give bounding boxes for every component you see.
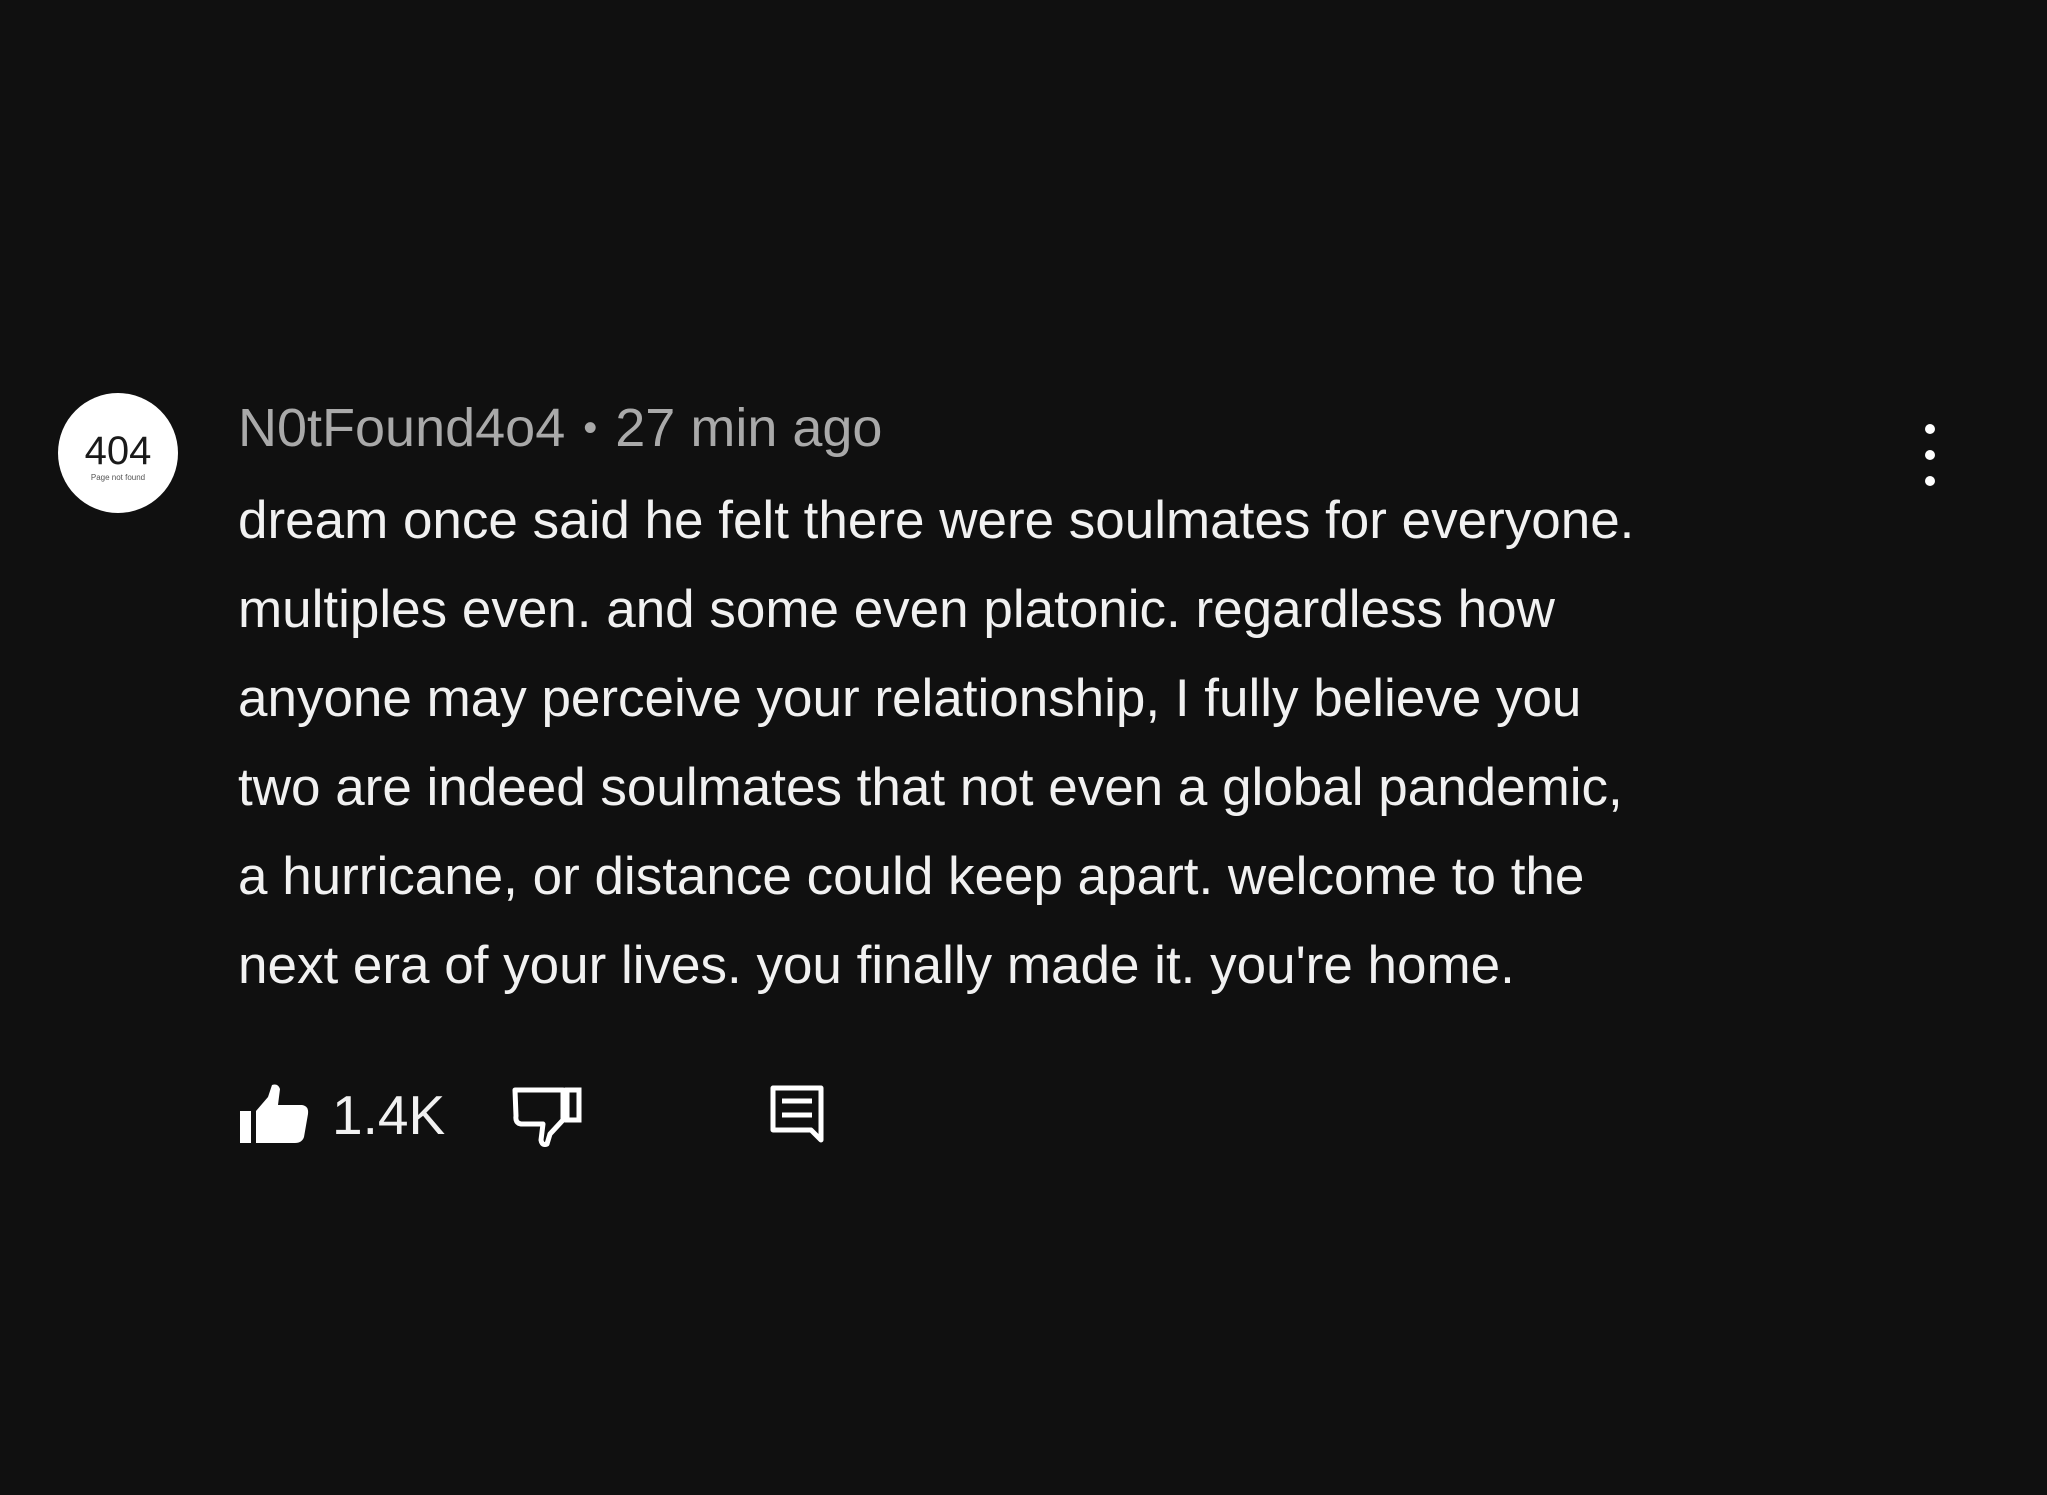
- page: 404 Page not found N0tFound4o4 • 27 min …: [0, 0, 2047, 1495]
- more-vertical-icon: [1925, 424, 1935, 434]
- avatar[interactable]: 404 Page not found: [58, 393, 178, 513]
- comment-line: anyone may perceive your relationship, I…: [238, 669, 1582, 728]
- more-dot: [1925, 450, 1935, 460]
- comment-header: N0tFound4o4 • 27 min ago: [238, 396, 882, 460]
- thumbs-up-icon: [240, 1084, 309, 1143]
- avatar-subtitle: Page not found: [90, 473, 146, 482]
- like-count: 1.4K: [332, 1084, 446, 1146]
- like-button[interactable]: [238, 1083, 310, 1147]
- header-separator: •: [583, 405, 598, 450]
- comment-actions: 1.4K: [238, 1080, 825, 1150]
- comment-line: dream once said he felt there were soulm…: [238, 491, 1635, 550]
- comment-line: next era of your lives. you finally made…: [238, 936, 1515, 995]
- avatar-code: 404: [84, 429, 152, 473]
- comment-timestamp[interactable]: 27 min ago: [615, 397, 882, 459]
- comment-body: dream once said he felt there were soulm…: [238, 476, 1928, 1010]
- dislike-button[interactable]: [511, 1083, 583, 1147]
- comment: 404 Page not found N0tFound4o4 • 27 min …: [0, 0, 2047, 1495]
- thumbs-down-icon: [512, 1087, 582, 1147]
- comment-line: a hurricane, or distance could keep apar…: [238, 847, 1585, 906]
- comment-line: two are indeed soulmates that not even a…: [238, 758, 1623, 817]
- reply-button[interactable]: [769, 1084, 825, 1146]
- comment-line: multiples even. and some even platonic. …: [238, 580, 1555, 639]
- author-name[interactable]: N0tFound4o4: [238, 397, 565, 459]
- comment-reply-icon: [770, 1085, 824, 1143]
